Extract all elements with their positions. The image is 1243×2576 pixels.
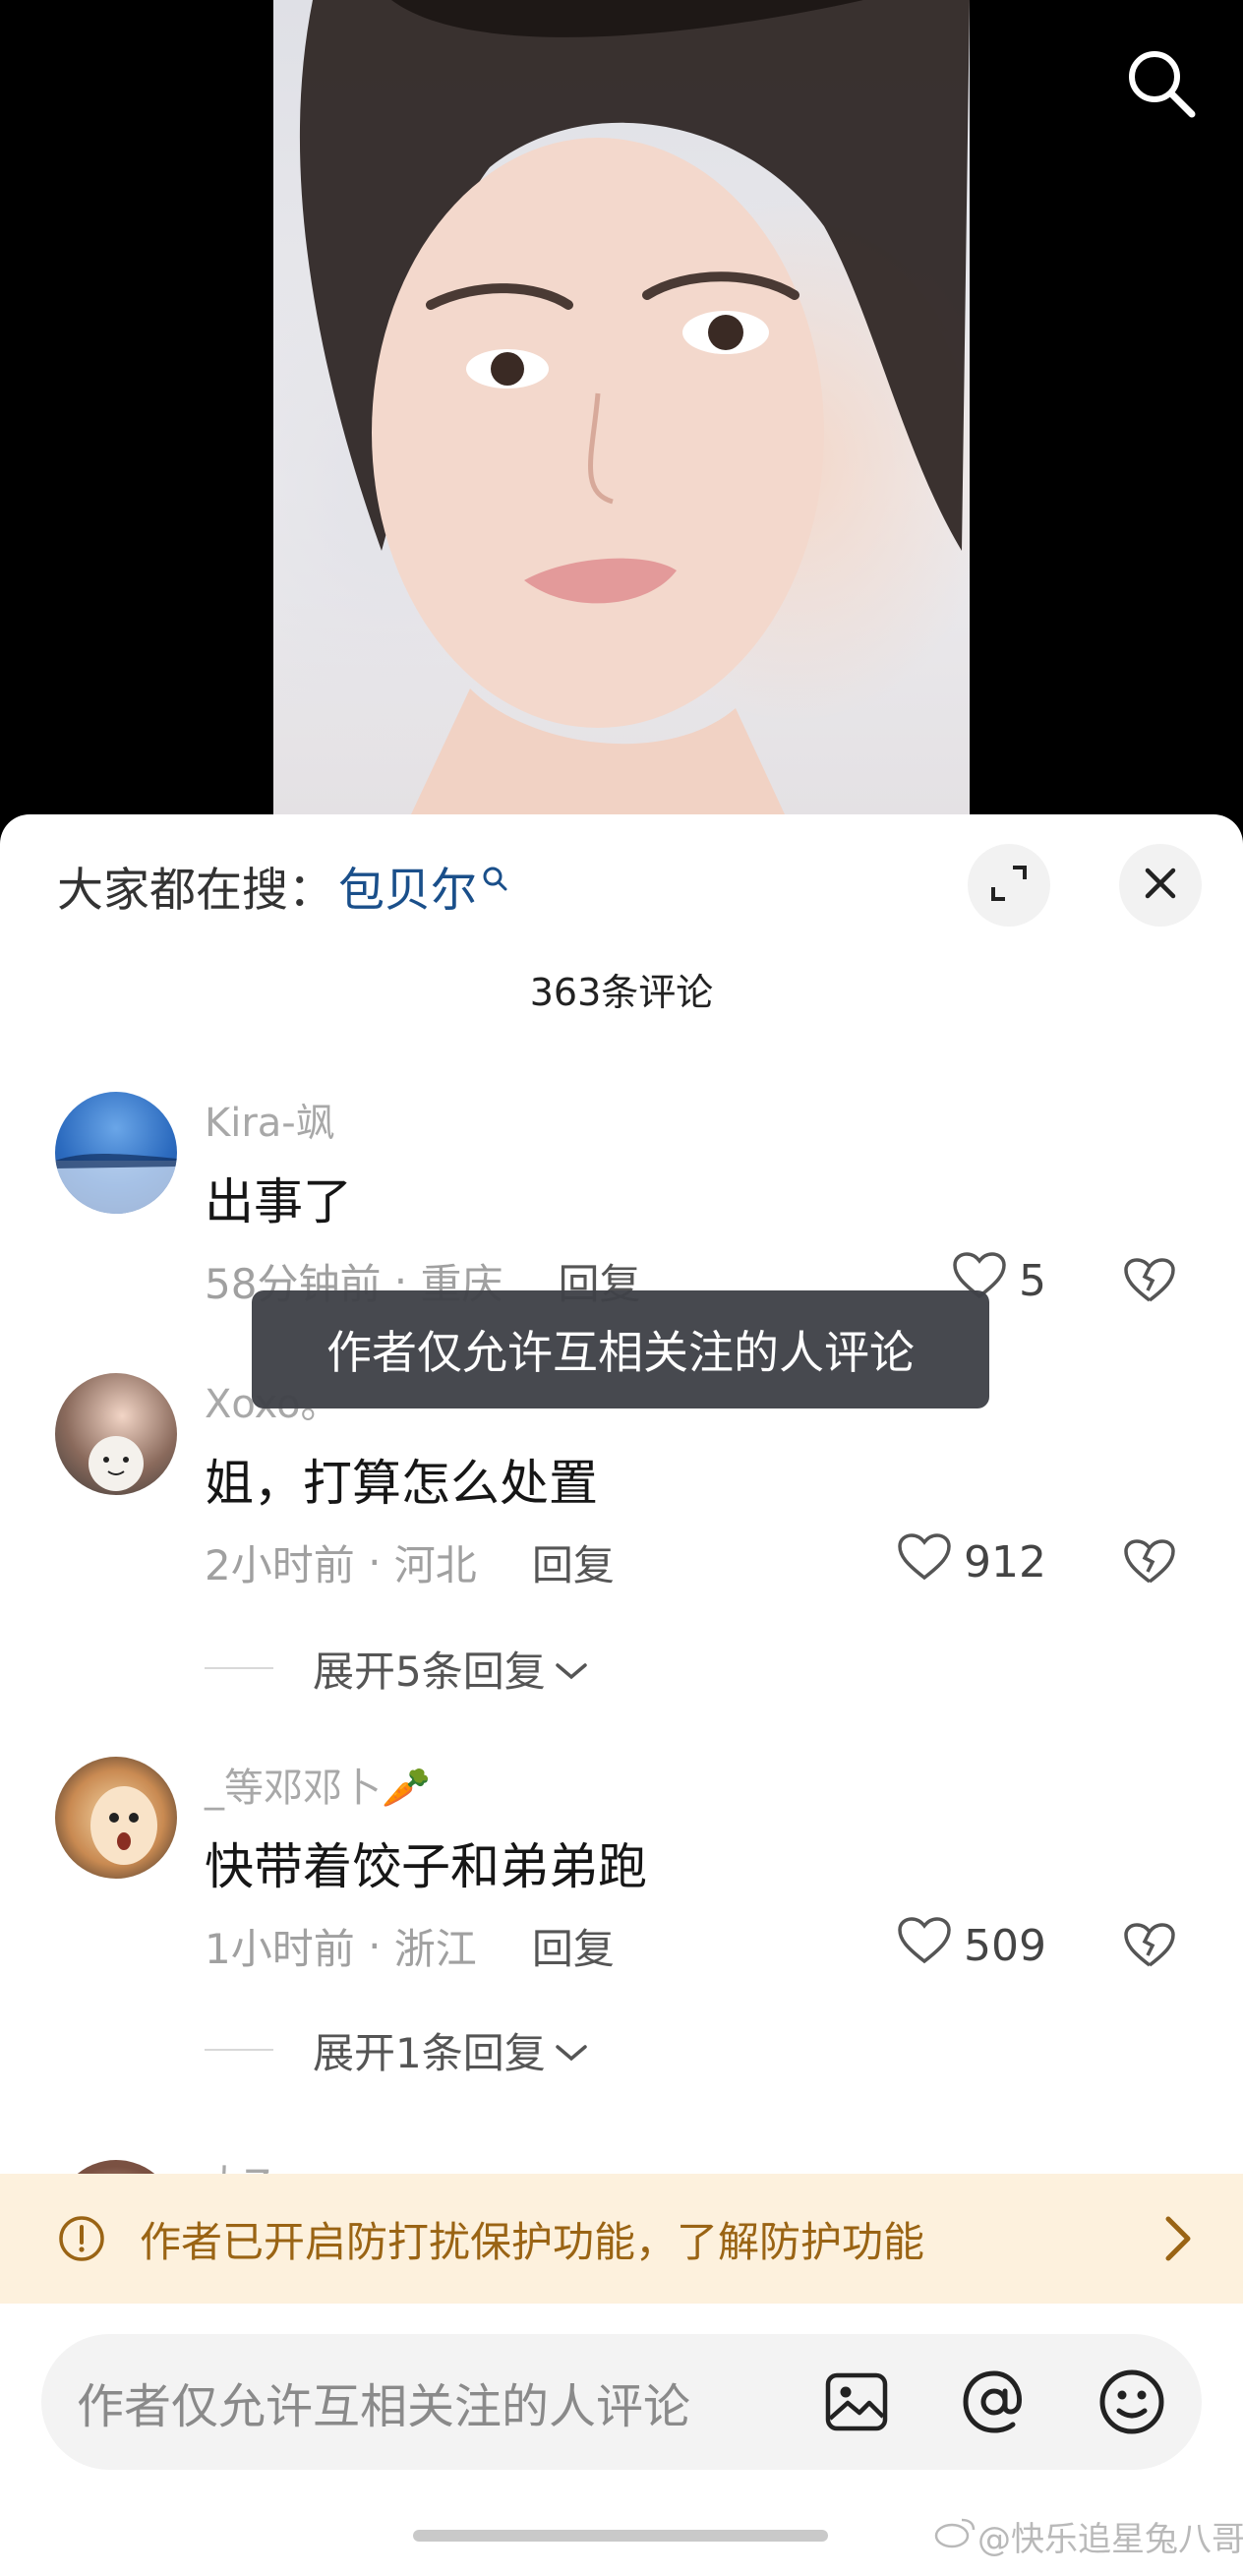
comment-item[interactable]: Xoxo。 姐，打算怎么处置 2小时前 · 河北 回复 912 [0, 1373, 1243, 1609]
broken-heart-icon [1123, 1257, 1176, 1308]
broken-heart-icon [1123, 1538, 1176, 1589]
close-icon [1144, 867, 1177, 904]
toast-message: 作者仅允许互相关注的人评论 [252, 1290, 989, 1408]
emoji-icon[interactable] [1097, 2367, 1166, 2436]
chevron-right-icon [1160, 2213, 1196, 2268]
close-button[interactable] [1119, 844, 1202, 927]
comment-username[interactable]: _等邓邓卜🥕 [205, 1757, 431, 1812]
weibo-logo-icon [934, 2514, 977, 2558]
expand-replies-label: 展开1条回复 [313, 2028, 546, 2077]
comment-item[interactable]: _等邓邓卜🥕 快带着饺子和弟弟跑 1小时前 · 浙江 回复 509 [0, 1757, 1243, 1993]
like-count: 5 [1019, 1256, 1046, 1306]
trending-search[interactable]: 大家都在搜： 包贝尔 [57, 856, 508, 918]
warning-icon [57, 2214, 106, 2263]
video-frame-portrait [273, 0, 970, 814]
banner-text: 作者已开启防打扰保护功能，了解防护功能 [140, 2217, 925, 2266]
avatar[interactable] [55, 1373, 177, 1495]
watermark: @快乐追星兔八哥 [934, 2512, 1243, 2560]
expand-replies-label: 展开5条回复 [313, 1647, 546, 1696]
comment-meta: 2小时前 · 河北 回复 [205, 1532, 615, 1592]
avatar[interactable] [55, 1757, 177, 1879]
like-count: 912 [964, 1537, 1046, 1588]
divider [205, 2049, 273, 2051]
comment-text: 出事了 [205, 1173, 352, 1230]
expand-replies-button[interactable]: 展开1条回复 [205, 2020, 589, 2079]
like-button[interactable]: 509 [897, 1916, 1046, 1976]
like-count: 509 [964, 1921, 1046, 1971]
comment-count: 363条评论 [529, 971, 714, 1014]
comment-input[interactable]: 作者仅允许互相关注的人评论 [41, 2334, 1202, 2470]
fullscreen-button[interactable] [968, 844, 1050, 927]
reply-button[interactable]: 回复 [532, 1916, 615, 1976]
home-indicator[interactable] [413, 2530, 828, 2542]
heart-icon [897, 1532, 952, 1592]
protection-banner[interactable]: 作者已开启防打扰保护功能，了解防护功能 [0, 2174, 1243, 2304]
broken-heart-icon [1123, 1922, 1176, 1973]
dislike-button[interactable] [1121, 1535, 1178, 1592]
chevron-down-icon [554, 2026, 589, 2074]
mention-icon[interactable] [960, 2367, 1029, 2436]
fullscreen-icon [989, 864, 1029, 907]
comment-location: 浙江 [393, 1925, 477, 1973]
avatar[interactable] [55, 1092, 177, 1214]
watermark-text: @快乐追星兔八哥 [977, 2520, 1243, 2559]
trending-term[interactable]: 包贝尔 [338, 852, 477, 920]
chevron-down-icon [554, 1645, 589, 1693]
image-icon[interactable] [822, 2367, 891, 2436]
expand-replies-button[interactable]: 展开5条回复 [205, 1639, 589, 1698]
heart-icon [897, 1916, 952, 1976]
sheet-header: 大家都在搜： 包贝尔 [0, 814, 1243, 952]
comment-text: 快带着饺子和弟弟跑 [205, 1838, 647, 1895]
small-search-icon [481, 850, 508, 904]
comment-location: 河北 [393, 1541, 477, 1589]
comment-input-placeholder: 作者仅允许互相关注的人评论 [77, 2379, 691, 2434]
portrait-image [299, 0, 970, 814]
video-player[interactable] [0, 0, 1243, 846]
search-icon[interactable] [1119, 41, 1202, 124]
comment-time: 2小时前 [205, 1541, 355, 1589]
divider [205, 1667, 273, 1669]
comment-meta: 1小时前 · 浙江 回复 [205, 1916, 615, 1976]
like-button[interactable]: 912 [897, 1532, 1046, 1592]
trending-label: 大家都在搜： [57, 863, 334, 918]
dislike-button[interactable] [1121, 1919, 1178, 1976]
dislike-button[interactable] [1121, 1254, 1178, 1311]
comment-time: 1小时前 [205, 1925, 355, 1973]
comment-sheet: 大家都在搜： 包贝尔 363条评论 Kira-飒 出事了 58分钟前 · 重庆 … [0, 814, 1243, 2576]
reply-button[interactable]: 回复 [532, 1532, 615, 1592]
comment-text: 姐，打算怎么处置 [205, 1455, 598, 1512]
comment-username[interactable]: Kira-飒 [205, 1092, 335, 1147]
